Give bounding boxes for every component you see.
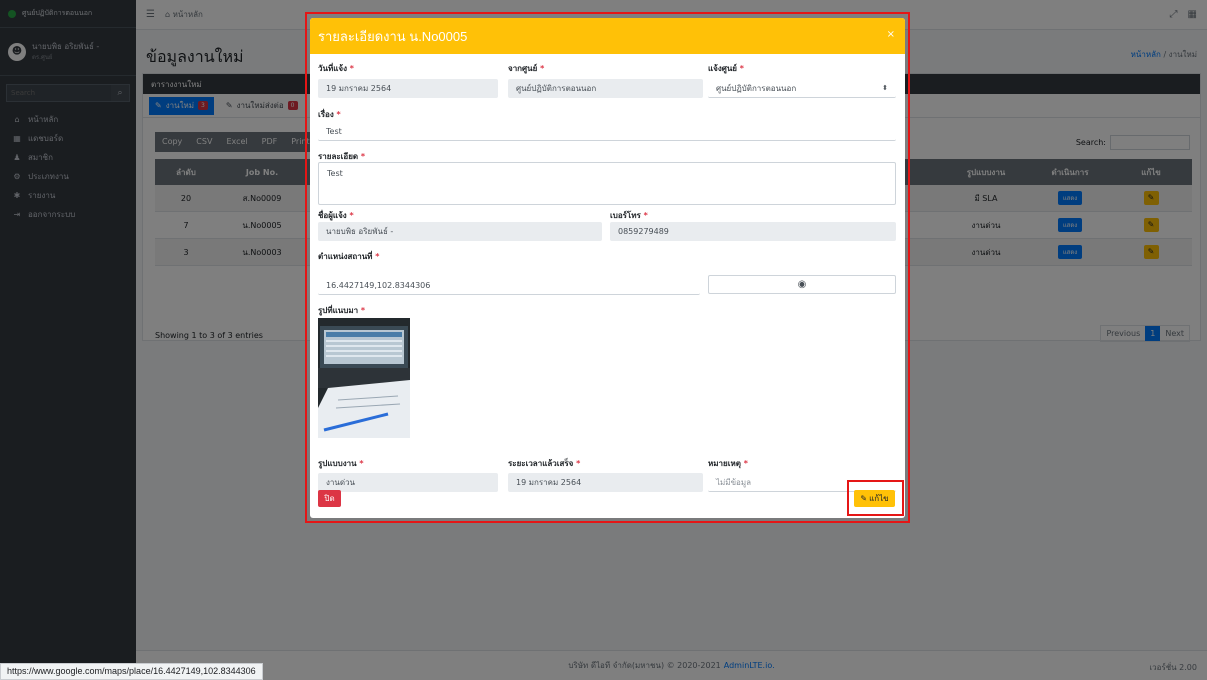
highlight-box-edit-button (847, 480, 904, 516)
highlight-box-modal (305, 12, 910, 523)
status-bar-url: https://www.google.com/maps/place/16.442… (0, 663, 263, 680)
